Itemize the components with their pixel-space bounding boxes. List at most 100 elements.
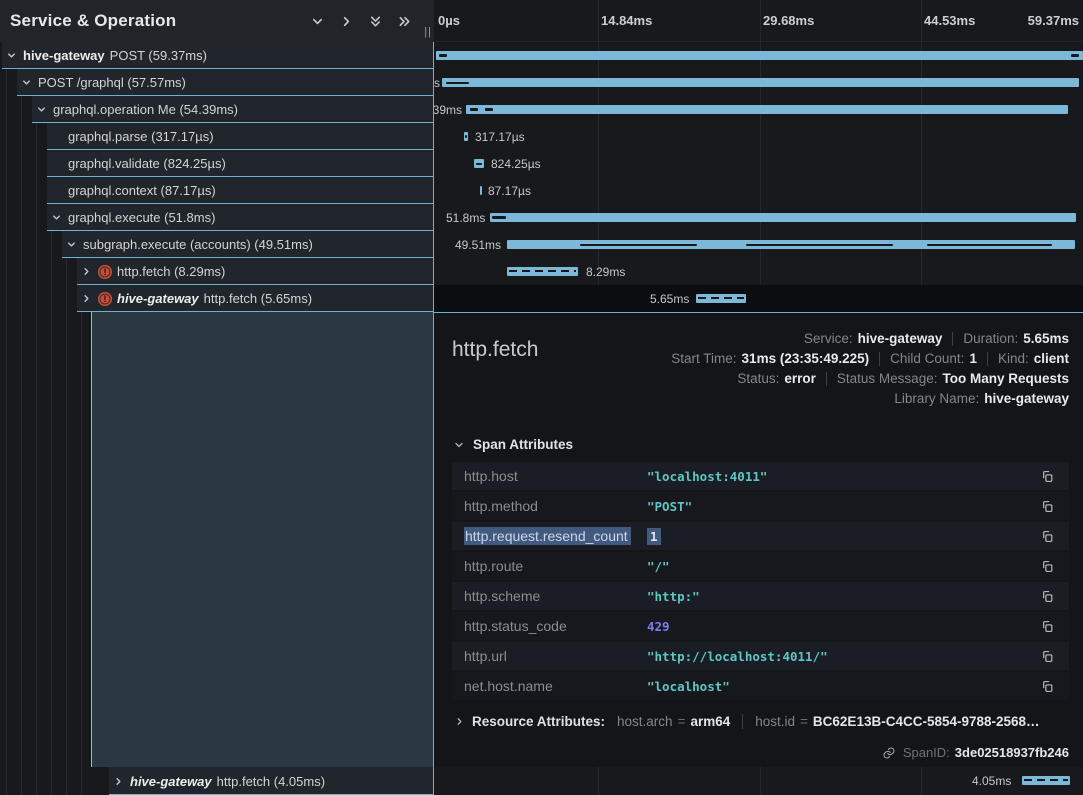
span-attributes-header[interactable]: Span Attributes [452, 437, 1069, 452]
meta-value: 31ms (23:35:49.225) [742, 351, 870, 366]
chevron-down-icon[interactable] [19, 76, 33, 90]
duration-label: 49.51ms [455, 238, 501, 252]
timeline-row: 54.39ms [434, 96, 1083, 123]
attribute-value: "http://localhost:4011/" [647, 649, 828, 664]
detail-title: http.fetch [452, 331, 538, 362]
copy-icon[interactable] [1041, 528, 1057, 544]
tree-row[interactable]: hive-gateway POST (59.37ms) [0, 42, 434, 69]
meta-value: hive-gateway [984, 391, 1069, 406]
span-bar[interactable] [474, 159, 484, 168]
attribute-value: "POST" [647, 499, 692, 514]
attribute-key: http.url [464, 648, 647, 664]
span-bar[interactable] [464, 132, 468, 141]
selected-subtree-region[interactable] [91, 312, 433, 767]
attribute-value: "/" [647, 559, 670, 574]
copy-icon[interactable] [1041, 678, 1057, 694]
chevron-right-icon[interactable] [111, 774, 125, 788]
link-icon[interactable] [882, 746, 896, 760]
span-id-label: SpanID: [903, 745, 950, 760]
timeline-row-selected[interactable]: 5.65ms [434, 285, 1083, 312]
span-bar[interactable] [696, 294, 746, 303]
chevron-down-icon[interactable] [49, 211, 63, 225]
copy-icon[interactable] [1041, 588, 1057, 604]
span-bar[interactable] [507, 240, 1075, 249]
span-bar[interactable] [1022, 776, 1070, 785]
span-id-row: SpanID: 3de02518937fb246 [452, 745, 1069, 760]
error-icon: ! [98, 265, 112, 279]
chevron-right-icon[interactable] [452, 715, 466, 729]
chevron-down-icon[interactable] [452, 438, 466, 452]
span-bar[interactable] [442, 78, 1079, 87]
copy-icon[interactable] [1041, 468, 1057, 484]
attribute-key: http.method [464, 498, 647, 514]
tree-row[interactable]: graphql.validate (824.25µs) [0, 150, 434, 177]
splitter-handle[interactable]: || [424, 26, 432, 38]
span-bar[interactable] [480, 186, 482, 195]
span-bar[interactable] [466, 105, 1068, 114]
timeline-row: 317.17µs [434, 123, 1083, 150]
span-label: http.fetch (5.65ms) [204, 291, 312, 306]
attribute-row[interactable]: http.scheme "http:" [452, 582, 1069, 610]
copy-icon[interactable] [1041, 648, 1057, 664]
chevron-right-icon[interactable] [79, 265, 93, 279]
span-label: POST (59.37ms) [110, 48, 207, 63]
attribute-row[interactable]: net.host.name "localhost" [452, 672, 1069, 700]
tree-row[interactable]: graphql.execute (51.8ms) [0, 204, 434, 231]
attribute-row[interactable]: http.host "localhost:4011" [452, 462, 1069, 490]
attribute-row-selected[interactable]: http.request.resend_count 1 [452, 522, 1069, 550]
duration-label: 87.17µs [488, 184, 531, 198]
chevron-down-icon[interactable] [64, 238, 78, 252]
duration-label: 8.29ms [586, 265, 625, 279]
gridline [921, 767, 922, 795]
tree-row[interactable]: hive-gateway http.fetch (4.05ms) [0, 767, 434, 795]
tree-guide [81, 285, 82, 795]
resource-attributes-row[interactable]: Resource Attributes: host.arch=arm64 hos… [452, 714, 1069, 729]
span-label: http.fetch (4.05ms) [217, 774, 325, 789]
panel-splitter[interactable] [433, 42, 434, 795]
span-id-value: 3de02518937fb246 [955, 745, 1069, 760]
tree-row[interactable]: graphql.context (87.17µs) [0, 177, 434, 204]
span-bar[interactable] [436, 51, 1083, 60]
tree-row-selected[interactable]: ! hive-gateway http.fetch (5.65ms) [0, 285, 434, 312]
span-label: graphql.context (87.17µs) [68, 183, 216, 198]
copy-icon[interactable] [1041, 618, 1057, 634]
copy-icon[interactable] [1041, 498, 1057, 514]
ruler-tick: 14.84ms [601, 13, 652, 28]
section-title: Span Attributes [473, 437, 573, 452]
attribute-key: http.host [464, 468, 647, 484]
chevron-down-icon[interactable] [4, 49, 18, 63]
detail-meta: Service: hive-gateway Duration: 5.65ms S… [671, 331, 1069, 411]
chevron-right-icon[interactable] [79, 292, 93, 306]
tree-row[interactable]: graphql.operation Me (54.39ms) [0, 96, 434, 123]
chevron-down-icon[interactable] [34, 103, 48, 117]
span-bar[interactable] [507, 267, 578, 276]
timeline-row: 87.17µs [434, 177, 1083, 204]
tree-row[interactable]: POST /graphql (57.57ms) [0, 69, 434, 96]
timeline-row: 824.25µs [434, 150, 1083, 177]
tree-row[interactable]: ! http.fetch (8.29ms) [0, 258, 434, 285]
attribute-row[interactable]: http.route "/" [452, 552, 1069, 580]
span-service: hive-gateway [130, 774, 212, 789]
span-bar[interactable] [490, 213, 1076, 222]
duration-label: 317.17µs [475, 130, 525, 144]
chevron-down-icon[interactable] [309, 13, 325, 29]
resource-pair: host.id=BC62E13B-C4CC-5854-9788-2568… [755, 714, 1039, 729]
chevron-right-icon[interactable] [338, 13, 354, 29]
duration-label: 54.39ms [434, 103, 462, 117]
attribute-row[interactable]: http.status_code 429 [452, 612, 1069, 640]
span-detail-panel: http.fetch Service: hive-gateway Duratio… [434, 312, 1083, 767]
attribute-value: "localhost:4011" [647, 469, 767, 484]
copy-icon[interactable] [1041, 558, 1057, 574]
span-label: graphql.execute (51.8ms) [68, 210, 215, 225]
panel-header: Service & Operation || [0, 0, 434, 42]
ruler-tick: 59.37ms [1028, 13, 1079, 28]
trace-viewer: 0µs 14.84ms 29.68ms 44.53ms 59.37ms 57.5… [0, 0, 1083, 795]
attribute-row[interactable]: http.method "POST" [452, 492, 1069, 520]
chevrons-down-icon[interactable] [367, 13, 383, 29]
chevrons-right-icon[interactable] [396, 13, 412, 29]
meta-value: error [784, 371, 816, 386]
attribute-row[interactable]: http.url "http://localhost:4011/" [452, 642, 1069, 670]
meta-label: Library Name: [894, 391, 979, 406]
tree-row[interactable]: graphql.parse (317.17µs) [0, 123, 434, 150]
tree-row[interactable]: subgraph.execute (accounts) (49.51ms) [0, 231, 434, 258]
